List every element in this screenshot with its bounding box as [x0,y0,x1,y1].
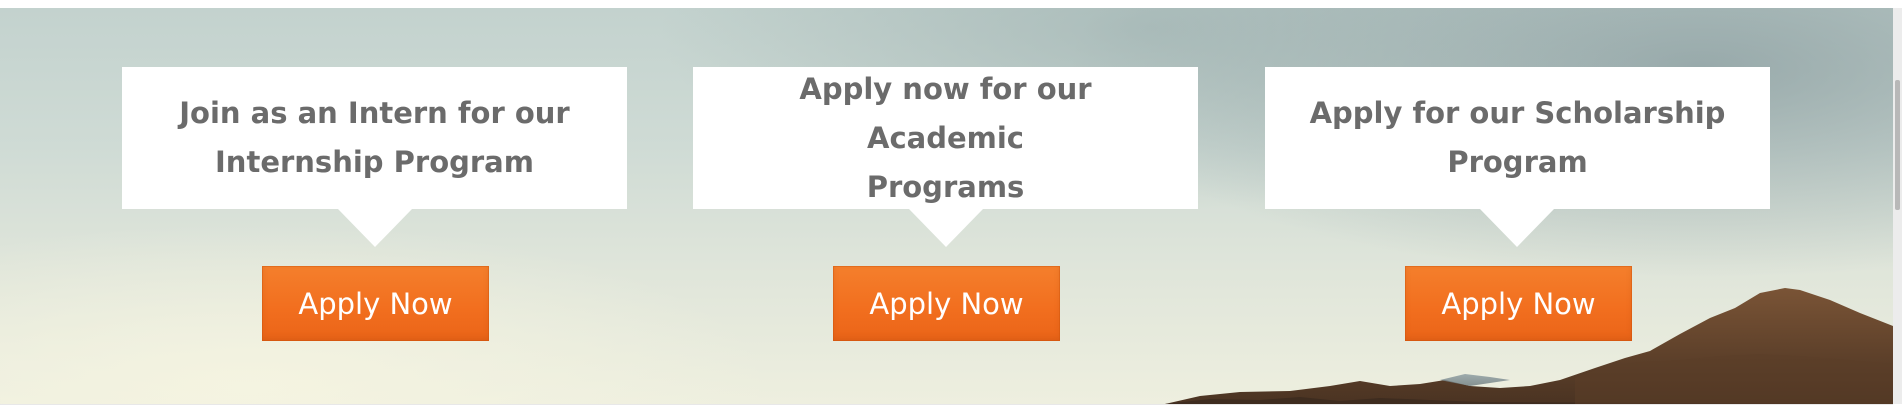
triangle-down-icon [1480,209,1554,247]
academic-programs-card: Apply now for our Academic Programs [693,67,1198,209]
triangle-down-icon [338,209,412,247]
apply-now-academic-button[interactable]: Apply Now [833,266,1060,341]
scholarship-card: Apply for our Scholarship Program [1265,67,1770,209]
scrollbar-thumb[interactable] [1895,80,1900,210]
triangle-down-icon [909,209,983,247]
apply-now-scholarship-button[interactable]: Apply Now [1405,266,1632,341]
scholarship-heading-line-1: Apply for our Scholarship [1309,96,1726,130]
internship-card-heading: Join as an Intern for our Internship Pro… [179,89,569,187]
page: Join as an Intern for our Internship Pro… [0,0,1902,412]
scholarship-heading-line-2: Program [1447,145,1588,179]
apply-now-internship-button[interactable]: Apply Now [262,266,489,341]
academic-card-heading: Apply now for our Academic Programs [733,65,1158,212]
internship-card: Join as an Intern for our Internship Pro… [122,67,627,209]
section-divider [0,404,1893,405]
internship-heading-line-2: Internship Program [215,145,534,179]
scholarship-card-heading: Apply for our Scholarship Program [1310,89,1726,187]
academic-heading-line-2: Programs [866,169,1025,204]
academic-heading-line-1: Apply now for our Academic [799,71,1092,155]
scrollbar[interactable] [1893,8,1902,404]
internship-heading-line-1: Join as an Intern for our [179,96,570,130]
